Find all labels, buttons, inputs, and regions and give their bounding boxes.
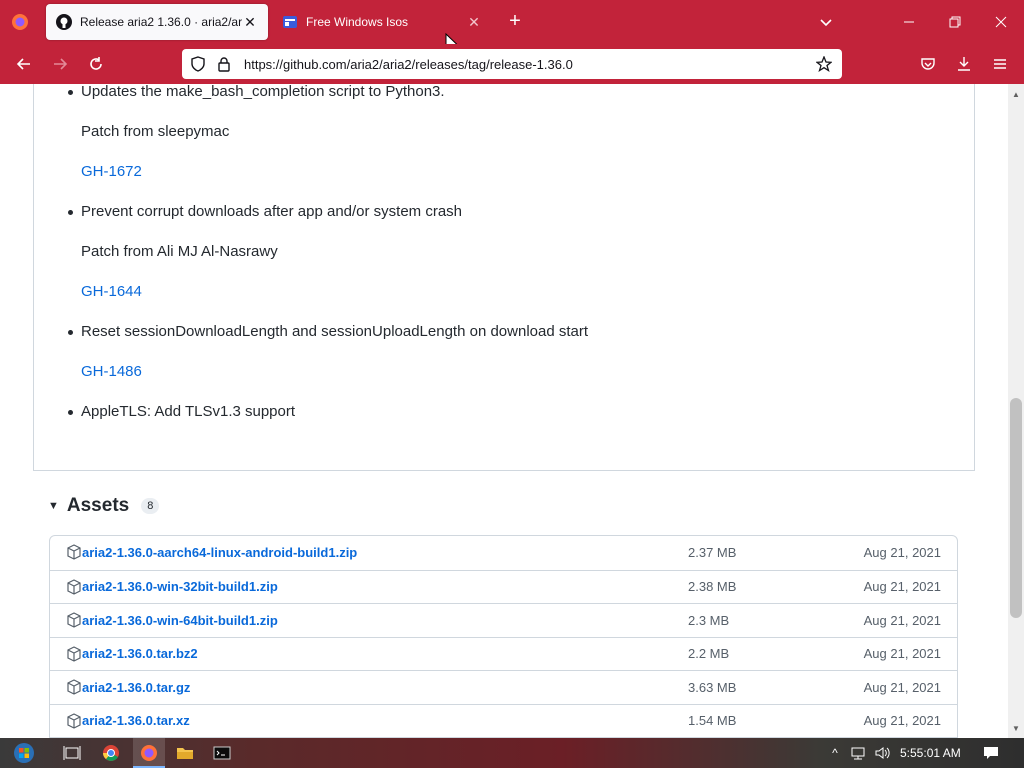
triangle-down-icon[interactable]: ▼ [48, 500, 59, 512]
command-prompt-icon[interactable] [210, 741, 234, 765]
assets-count-badge: 8 [141, 498, 160, 514]
bullet [68, 330, 73, 335]
asset-size: 2.3 MB [688, 612, 730, 628]
file-explorer-icon[interactable] [173, 741, 197, 765]
assets-header[interactable]: ▼ Assets 8 [48, 494, 160, 518]
forward-button[interactable] [48, 52, 72, 76]
tab-aria2-release[interactable]: Release aria2 1.36.0 · aria2/aria2 ✕ [46, 4, 268, 40]
asset-row: aria2-1.36.0.tar.gz 3.63 MB Aug 21, 2021 [50, 670, 957, 704]
issue-link[interactable]: GH-1486 [81, 363, 142, 380]
package-icon [67, 544, 81, 560]
restore-button[interactable] [932, 0, 978, 44]
release-note-item: AppleTLS: Add TLSv1.3 support [81, 403, 296, 420]
navigation-toolbar: https://github.com/aria2/aria2/releases/… [0, 44, 1024, 84]
firefox-view-icon[interactable] [8, 10, 32, 34]
back-button[interactable] [12, 52, 36, 76]
task-view-icon[interactable] [60, 741, 84, 765]
asset-row: aria2-1.36.0-win-64bit-build1.zip 2.3 MB… [50, 603, 957, 637]
network-icon[interactable] [850, 745, 866, 761]
asset-link[interactable]: aria2-1.36.0.tar.bz2 [82, 646, 198, 661]
issue-link[interactable]: GH-1672 [81, 163, 142, 180]
url-text[interactable]: https://github.com/aria2/aria2/releases/… [244, 57, 814, 72]
asset-row: aria2-1.36.0.tar.bz2 2.2 MB Aug 21, 2021 [50, 636, 957, 671]
lock-icon[interactable] [214, 54, 234, 74]
scroll-up-arrow-icon[interactable]: ▲ [1008, 86, 1024, 102]
asset-date: Aug 21, 2021 [863, 545, 941, 561]
downloads-icon[interactable] [952, 52, 976, 76]
package-icon [67, 712, 81, 729]
package-icon [67, 612, 81, 628]
reload-button[interactable] [84, 52, 108, 76]
tab-title: Free Windows Isos [306, 15, 409, 29]
bookmark-star-icon[interactable] [814, 54, 834, 74]
package-icon [67, 679, 81, 695]
asset-size: 2.37 MB [688, 545, 737, 561]
tracking-protection-shield-icon[interactable] [188, 54, 208, 74]
site-icon [282, 14, 298, 30]
asset-row: aria2-1.36.0-aarch64-linux-android-build… [50, 536, 957, 570]
system-clock[interactable]: 5:55:01 AM [900, 746, 961, 760]
bullet [68, 410, 73, 415]
tab-free-windows-isos[interactable]: Free Windows Isos ✕ [272, 4, 492, 40]
bullet [68, 90, 73, 95]
action-center-icon[interactable] [983, 745, 999, 761]
chrome-icon[interactable] [99, 741, 123, 765]
issue-link[interactable]: GH-1644 [81, 283, 142, 300]
assets-list: aria2-1.36.0-aarch64-linux-android-build… [49, 535, 958, 738]
release-note-item: Updates the make_bash_completion script … [81, 84, 445, 100]
windows-taskbar: ^ 5:55:01 AM [0, 738, 1024, 768]
asset-row: aria2-1.36.0-win-32bit-build1.zip 2.38 M… [50, 569, 957, 604]
asset-date: Aug 21, 2021 [863, 713, 941, 729]
bullet [68, 210, 73, 215]
asset-date: Aug 21, 2021 [863, 646, 941, 662]
pocket-icon[interactable] [916, 52, 940, 76]
release-note-item: Prevent corrupt downloads after app and/… [81, 203, 463, 220]
hamburger-menu-icon[interactable] [988, 52, 1012, 76]
tab-bar: Release aria2 1.36.0 · aria2/aria2 ✕ Fre… [0, 0, 1024, 44]
start-button-icon[interactable] [12, 741, 36, 765]
minimize-button[interactable] [886, 0, 932, 44]
asset-link[interactable]: aria2-1.36.0.tar.gz [82, 680, 190, 695]
package-icon [67, 578, 81, 595]
new-tab-button[interactable]: + [505, 11, 525, 32]
assets-title: Assets [66, 495, 130, 516]
release-note-item: Reset sessionDownloadLength and sessionU… [81, 323, 589, 340]
scroll-down-arrow-icon[interactable]: ▼ [1008, 720, 1024, 736]
address-bar[interactable]: https://github.com/aria2/aria2/releases/… [182, 49, 842, 79]
patch-author-text: Patch from Ali MJ Al-Nasrawy [81, 243, 278, 260]
close-tab-icon[interactable]: ✕ [466, 14, 482, 30]
asset-size: 1.54 MB [688, 713, 737, 729]
close-tab-icon[interactable]: ✕ [242, 14, 258, 30]
asset-link[interactable]: aria2-1.36.0-win-32bit-build1.zip [82, 579, 278, 594]
firefox-icon[interactable] [137, 741, 161, 765]
package-icon [67, 645, 81, 662]
asset-size: 2.38 MB [688, 579, 737, 595]
list-all-tabs-icon[interactable] [816, 12, 836, 32]
patch-author-text: Patch from sleepymac [81, 123, 230, 140]
asset-link[interactable]: aria2-1.36.0.tar.xz [82, 713, 190, 728]
chevron-up-icon[interactable]: ^ [827, 745, 843, 761]
page-content: Updates the make_bash_completion script … [0, 84, 1008, 738]
asset-size: 2.2 MB [688, 646, 730, 662]
asset-date: Aug 21, 2021 [863, 612, 941, 628]
vertical-scrollbar[interactable]: ▲ ▼ [1008, 84, 1024, 738]
asset-size: 3.63 MB [688, 679, 737, 695]
volume-icon[interactable] [874, 745, 890, 761]
asset-row: aria2-1.36.0.tar.xz 1.54 MB Aug 21, 2021 [50, 703, 957, 738]
asset-date: Aug 21, 2021 [863, 679, 941, 695]
github-icon [56, 14, 72, 30]
asset-link[interactable]: aria2-1.36.0-aarch64-linux-android-build… [82, 545, 357, 560]
tab-title: Release aria2 1.36.0 · aria2/aria2 [80, 15, 242, 29]
close-window-button[interactable] [978, 0, 1024, 44]
scroll-thumb[interactable] [1010, 398, 1022, 618]
asset-date: Aug 21, 2021 [863, 579, 941, 595]
asset-link[interactable]: aria2-1.36.0-win-64bit-build1.zip [82, 613, 278, 628]
